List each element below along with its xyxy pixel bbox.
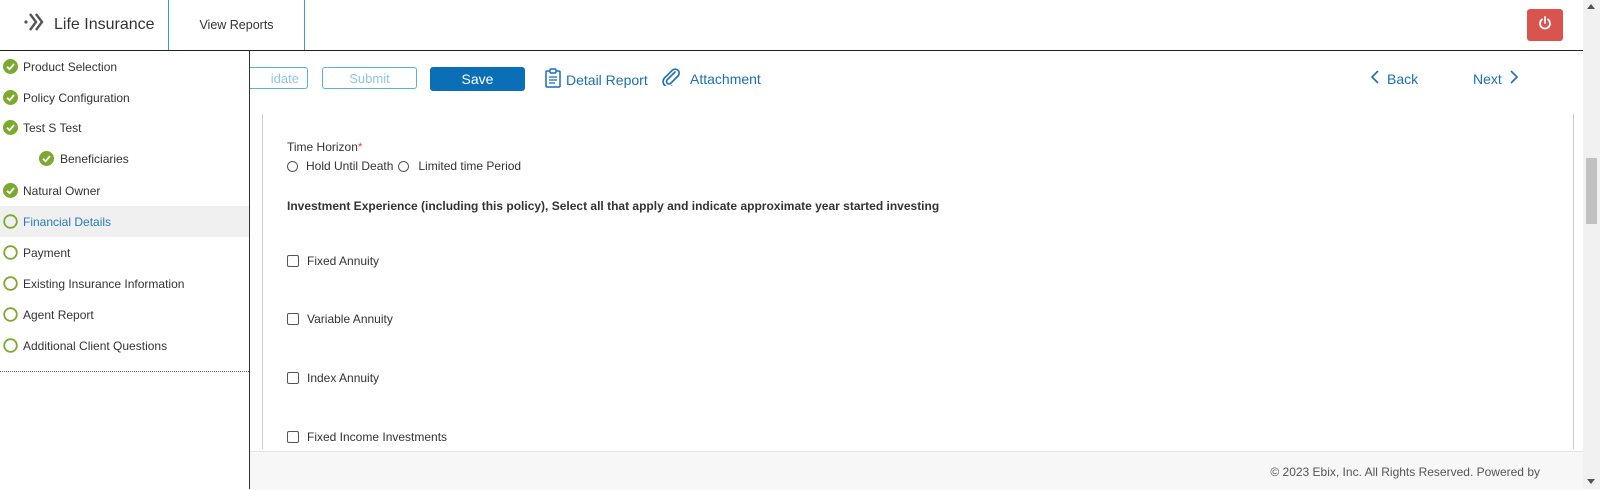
chevron-right-icon [1510, 70, 1518, 87]
next-button[interactable]: Next [1473, 70, 1518, 87]
detail-report-label: Detail Report [566, 71, 648, 88]
time-horizon-text: Time Horizon [287, 140, 358, 154]
empty-circle-icon [3, 338, 18, 356]
variable-annuity-checkbox[interactable] [287, 313, 299, 325]
financial-details-panel: Time Horizon* Hold Until Death Limited t… [262, 114, 1574, 449]
check-circle-icon [3, 59, 18, 77]
brand[interactable]: Life Insurance [22, 9, 155, 40]
paperclip-icon [660, 68, 682, 89]
sidebar-item-product-selection[interactable]: Product Selection [0, 51, 249, 82]
sidebar-item-test-s-test[interactable]: Test S Test [0, 112, 249, 143]
sidebar: Product Selection Policy Configuration Tes… [0, 51, 250, 489]
back-button[interactable]: Back [1370, 70, 1419, 87]
sidebar-item-payment[interactable]: Payment [0, 237, 249, 268]
hold-until-death-label: Hold Until Death [306, 159, 394, 173]
limited-time-period-label: Limited time Period [418, 159, 522, 173]
scroll-down-arrow-icon[interactable] [1587, 479, 1595, 484]
validate-button[interactable]: idate [250, 67, 308, 89]
check-circle-icon [3, 120, 18, 138]
page-scrollbar[interactable] [1583, 0, 1600, 489]
check-circle-icon [39, 151, 54, 169]
app-title: Life Insurance [54, 15, 155, 33]
sidebar-item-additional-client-questions[interactable]: Additional Client Questions [0, 330, 249, 361]
empty-circle-icon [3, 214, 18, 232]
limited-time-period-radio[interactable] [398, 160, 410, 172]
logout-button[interactable] [1527, 9, 1563, 41]
sidebar-item-label: Additional Client Questions [23, 339, 168, 353]
sidebar-item-label: Test S Test [23, 121, 82, 135]
index-annuity-option: Index Annuity [287, 371, 379, 385]
empty-circle-icon [3, 245, 18, 263]
sidebar-item-label: Existing Insurance Information [23, 277, 185, 291]
empty-circle-icon [3, 307, 18, 325]
time-horizon-label: Time Horizon* [287, 140, 363, 154]
sidebar-nav: Product Selection Policy Configuration Tes… [0, 51, 249, 372]
back-label: Back [1387, 70, 1419, 87]
sidebar-item-label: Payment [23, 246, 71, 260]
copyright-text: © 2023 Ebix, Inc. All Rights Reserved. P… [1270, 465, 1540, 479]
detail-report-link[interactable]: Detail Report [544, 68, 648, 91]
power-icon [1538, 15, 1552, 35]
toolbar: idate Submit Save Detail Report Attachme… [250, 51, 1583, 107]
footer: © 2023 Ebix, Inc. All Rights Reserved. P… [250, 451, 1583, 490]
sidebar-item-label: Financial Details [23, 215, 112, 229]
sidebar-item-policy-configuration[interactable]: Policy Configuration [0, 82, 249, 113]
save-button[interactable]: Save [430, 67, 525, 91]
check-circle-icon [3, 183, 18, 201]
index-annuity-label: Index Annuity [307, 371, 380, 385]
fixed-income-investments-checkbox[interactable] [287, 431, 299, 443]
time-horizon-options: Hold Until Death Limited time Period [287, 159, 521, 173]
fixed-annuity-label: Fixed Annuity [307, 254, 380, 268]
attachment-label: Attachment [690, 70, 761, 87]
sidebar-item-existing-insurance-information[interactable]: Existing Insurance Information [0, 268, 249, 299]
next-label: Next [1473, 70, 1502, 87]
sidebar-item-label: Policy Configuration [23, 91, 130, 105]
sidebar-item-label: Beneficiaries [60, 152, 129, 166]
required-marker: * [357, 140, 363, 154]
sidebar-item-label: Natural Owner [23, 184, 101, 198]
variable-annuity-option: Variable Annuity [287, 312, 393, 326]
fixed-income-investments-label: Fixed Income Investments [307, 430, 448, 444]
index-annuity-checkbox[interactable] [287, 372, 299, 384]
fixed-annuity-option: Fixed Annuity [287, 254, 379, 268]
submit-button[interactable]: Submit [322, 67, 417, 89]
sidebar-item-agent-report[interactable]: Agent Report [0, 299, 249, 330]
scroll-up-arrow-icon[interactable] [1587, 4, 1595, 9]
sidebar-item-natural-owner[interactable]: Natural Owner [0, 175, 249, 206]
clipboard-report-icon [544, 68, 562, 91]
attachment-link[interactable]: Attachment [660, 68, 761, 89]
chevron-left-icon [1370, 70, 1379, 87]
life-insurance-logo-icon [22, 9, 48, 40]
scrollbar-thumb[interactable] [1586, 158, 1597, 224]
top-bar: Life Insurance View Reports [0, 0, 1583, 51]
sidebar-item-label: Product Selection [23, 60, 118, 74]
investment-experience-title: Investment Experience (including this po… [287, 199, 940, 213]
fixed-income-investments-option: Fixed Income Investments [287, 430, 447, 444]
tab-view-reports[interactable]: View Reports [168, 0, 305, 50]
sidebar-item-beneficiaries[interactable]: Beneficiaries [0, 143, 249, 174]
variable-annuity-label: Variable Annuity [307, 312, 393, 326]
check-circle-icon [3, 90, 18, 108]
sidebar-item-financial-details[interactable]: Financial Details [0, 206, 249, 237]
fixed-annuity-checkbox[interactable] [287, 255, 299, 267]
hold-until-death-radio[interactable] [287, 160, 298, 172]
sidebar-item-label: Agent Report [23, 308, 94, 322]
empty-circle-icon [3, 276, 18, 294]
